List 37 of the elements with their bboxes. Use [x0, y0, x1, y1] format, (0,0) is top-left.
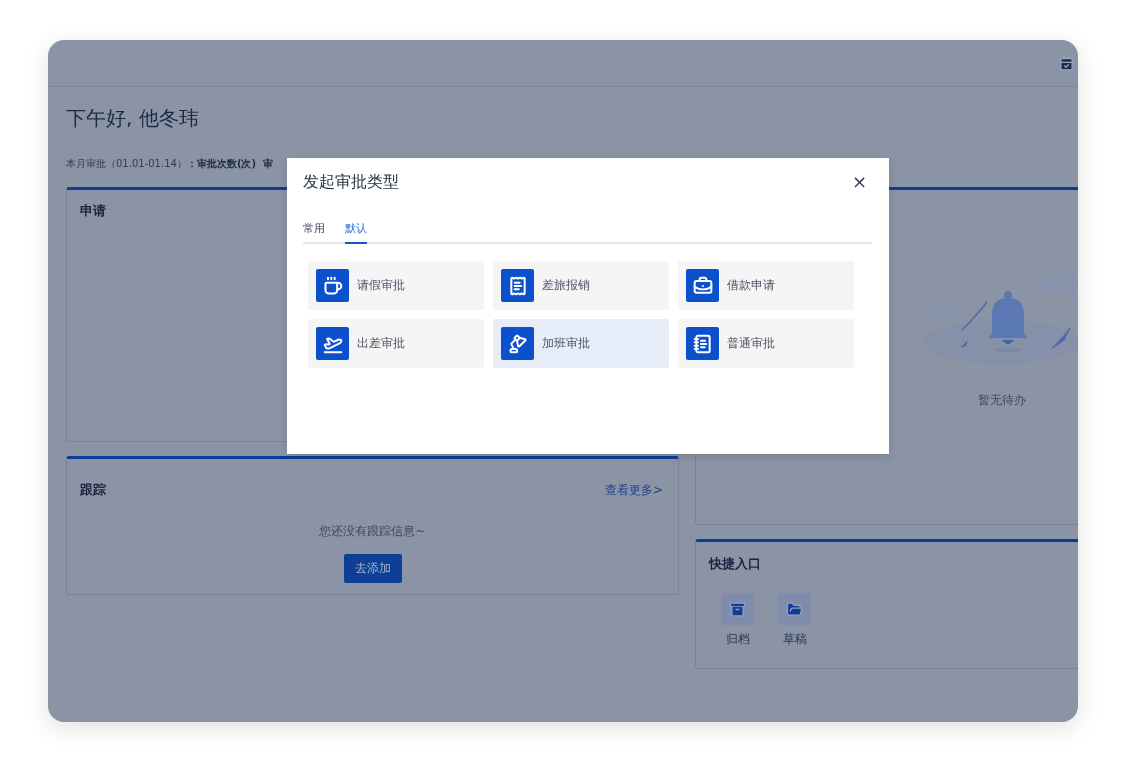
- approval-type-item[interactable]: 借款申请: [678, 261, 854, 310]
- archive-icon: [729, 600, 746, 618]
- approval-type-label: 请假审批: [357, 277, 405, 294]
- calendar-check-icon[interactable]: [1059, 55, 1074, 71]
- approval-type-item[interactable]: 请假审批: [308, 261, 484, 310]
- receipt-icon: [507, 275, 528, 296]
- close-button[interactable]: ×: [845, 172, 873, 191]
- folder-icon: [786, 600, 803, 618]
- approval-type-label: 出差审批: [357, 335, 405, 352]
- approval-type-item[interactable]: 差旅报销: [493, 261, 669, 310]
- dialog-title: 发起审批类型: [303, 172, 399, 193]
- shortcut-tile[interactable]: [778, 593, 811, 625]
- approval-type-item[interactable]: 加班审批: [493, 319, 669, 368]
- add-button[interactable]: 去添加: [343, 554, 402, 583]
- desk-lamp-icon: [507, 333, 528, 354]
- empty-message: 暂无待办: [977, 392, 1026, 409]
- tab[interactable]: 默认: [345, 221, 367, 244]
- card-title: 快捷入口: [709, 555, 762, 573]
- approval-type-item[interactable]: 普通审批: [678, 319, 854, 368]
- approval-type-label: 借款申请: [727, 277, 775, 294]
- briefcase-icon: [692, 275, 713, 296]
- approval-type-item[interactable]: 出差审批: [308, 319, 484, 368]
- tab[interactable]: 常用: [303, 221, 325, 244]
- stats-label: 审: [263, 157, 273, 171]
- notebook-icon: [692, 333, 713, 354]
- approval-type-label: 加班审批: [542, 335, 590, 352]
- shortcut-tile[interactable]: [721, 593, 754, 625]
- greeting: 下午好, 他冬玮: [66, 105, 200, 132]
- stats-label: 本月审批（01.01-01.14）：审批次数(次): [66, 157, 256, 171]
- card-title: 跟踪: [80, 481, 106, 499]
- approval-type-label: 差旅报销: [542, 277, 590, 294]
- cup-icon: [322, 275, 343, 296]
- empty-message: 您还没有跟踪信息~: [318, 523, 427, 540]
- approval-type-label: 普通审批: [727, 335, 775, 352]
- card-title: 申请: [80, 202, 107, 220]
- shortcut-label[interactable]: 草稿: [782, 631, 807, 648]
- shortcut-label[interactable]: 归档: [725, 631, 750, 648]
